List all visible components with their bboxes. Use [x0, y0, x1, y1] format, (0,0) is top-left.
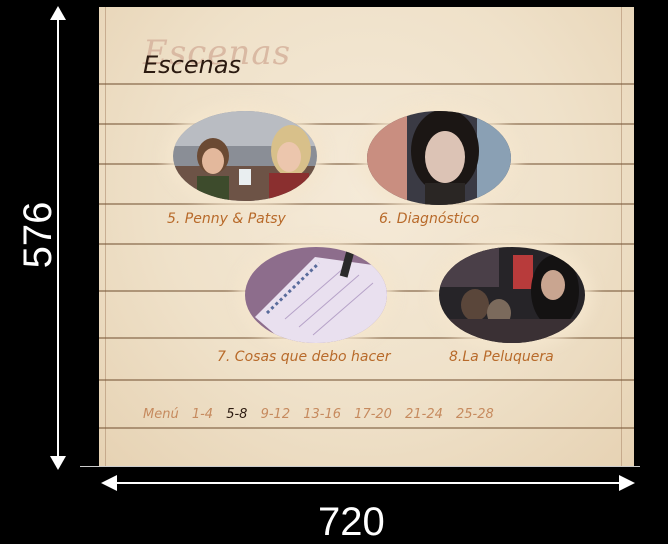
scene-6-label[interactable]: 6. Diagnóstico: [379, 211, 479, 227]
scene-8-thumbnail[interactable]: [439, 247, 585, 343]
paper-rule: [99, 337, 634, 339]
scene-5-image: [173, 111, 317, 201]
scene-8-label[interactable]: 8.La Peluquera: [449, 349, 554, 365]
page-link-17-20[interactable]: 17-20: [354, 407, 392, 422]
paper-rule: [99, 243, 634, 245]
main-menu-link[interactable]: Menú: [143, 407, 179, 422]
arrow-down-icon: [50, 456, 66, 470]
page-link-25-28[interactable]: 25-28: [456, 407, 494, 422]
margin-line-left: [105, 7, 106, 466]
scene-7-thumbnail[interactable]: [245, 247, 387, 343]
page-link-13-16[interactable]: 13-16: [303, 407, 341, 422]
page-link-1-4[interactable]: 1-4: [192, 407, 213, 422]
height-label: 576: [16, 201, 60, 269]
page-link-5-8[interactable]: 5-8: [226, 407, 247, 422]
paper-rule: [99, 379, 634, 381]
scene-7-image: [245, 247, 387, 343]
margin-line-right: [621, 7, 622, 466]
arrow-up-icon: [50, 6, 66, 20]
scene-5-thumbnail[interactable]: [173, 111, 317, 201]
scene-6-image: [367, 111, 511, 205]
paper-rule: [99, 83, 634, 85]
arrow-right-icon: [619, 475, 635, 491]
arrow-left-icon: [101, 475, 117, 491]
dvd-menu-screen: Escenas Escenas 5. Penny & Patsy 6. Diag…: [99, 7, 634, 466]
scene-8-image: [439, 247, 585, 343]
paper-rule: [99, 123, 634, 125]
chapter-navigation: Menú 1-4 5-8 9-12 13-16 17-20 21-24 25-2…: [143, 407, 503, 422]
scene-6-thumbnail[interactable]: [367, 111, 511, 205]
scene-5-label[interactable]: 5. Penny & Patsy: [167, 211, 286, 227]
width-dimension-arrow: [101, 475, 635, 491]
scene-7-label[interactable]: 7. Cosas que debo hacer: [217, 349, 391, 365]
page-link-21-24[interactable]: 21-24: [405, 407, 443, 422]
page-title: Escenas: [143, 51, 242, 79]
width-label: 720: [318, 500, 385, 544]
baseline-divider: [80, 466, 640, 467]
paper-rule: [99, 203, 634, 205]
page-link-9-12[interactable]: 9-12: [261, 407, 291, 422]
paper-rule: [99, 427, 634, 429]
